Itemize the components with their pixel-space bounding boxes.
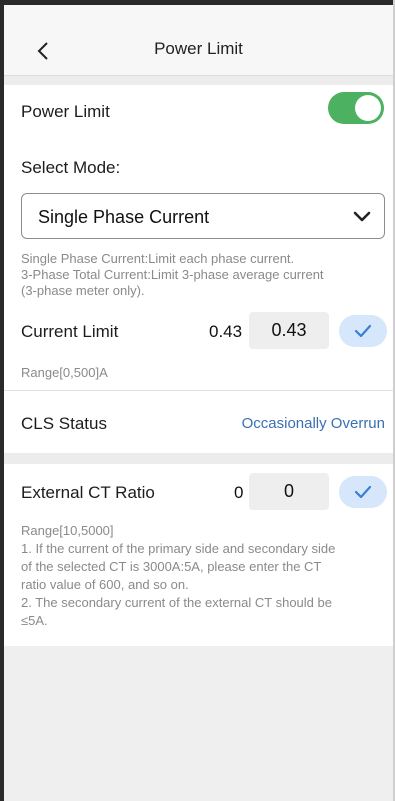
cls-status-value: Occasionally Overrun bbox=[241, 415, 385, 432]
ct-note-line: 2. The secondary current of the external… bbox=[21, 595, 332, 610]
chevron-down-icon bbox=[353, 211, 371, 222]
section-gap bbox=[4, 453, 393, 464]
current-limit-label: Current Limit bbox=[21, 322, 119, 341]
ct-note-line: ratio value of 600, and so on. bbox=[21, 577, 189, 592]
current-limit-input[interactable]: 0.43 bbox=[249, 312, 329, 349]
divider bbox=[4, 390, 393, 391]
ct-note-line: of the selected CT is 3000A:5A, please e… bbox=[21, 559, 322, 574]
ct-note-line: ≤5A. bbox=[21, 613, 48, 628]
power-limit-toggle[interactable] bbox=[328, 92, 384, 124]
mode-help-line2: 3-Phase Total Current:Limit 3-phase aver… bbox=[21, 267, 324, 282]
check-icon bbox=[354, 324, 372, 338]
page-title: Power Limit bbox=[154, 39, 243, 58]
ct-ratio-confirm-button[interactable] bbox=[339, 476, 387, 508]
power-limit-label: Power Limit bbox=[21, 102, 110, 121]
mode-select[interactable]: Single Phase Current bbox=[21, 193, 385, 239]
check-icon bbox=[354, 485, 372, 499]
current-limit-range: Range[0,500]A bbox=[21, 365, 108, 380]
toggle-knob bbox=[355, 95, 381, 121]
ct-ratio-label: External CT Ratio bbox=[21, 483, 155, 502]
ct-ratio-range: Range[10,5000] bbox=[21, 523, 114, 538]
section-gap bbox=[4, 76, 393, 85]
mode-help-line1: Single Phase Current:Limit each phase cu… bbox=[21, 251, 295, 266]
current-limit-confirm-button[interactable] bbox=[339, 315, 387, 347]
ct-ratio-input[interactable]: 0 bbox=[249, 473, 329, 510]
mode-select-value: Single Phase Current bbox=[38, 207, 210, 227]
top-bar: Power Limit bbox=[4, 5, 393, 76]
current-limit-value: 0.43 bbox=[209, 322, 243, 341]
ct-ratio-notes: Range[10,5000] 1. If the current of the … bbox=[21, 522, 383, 630]
ct-ratio-value: 0 bbox=[234, 483, 244, 502]
cls-status-label: CLS Status bbox=[21, 414, 107, 433]
select-mode-label: Select Mode: bbox=[21, 158, 121, 177]
mode-help-line3: (3-phase meter only). bbox=[21, 283, 145, 298]
ct-note-line: 1. If the current of the primary side an… bbox=[21, 541, 336, 556]
